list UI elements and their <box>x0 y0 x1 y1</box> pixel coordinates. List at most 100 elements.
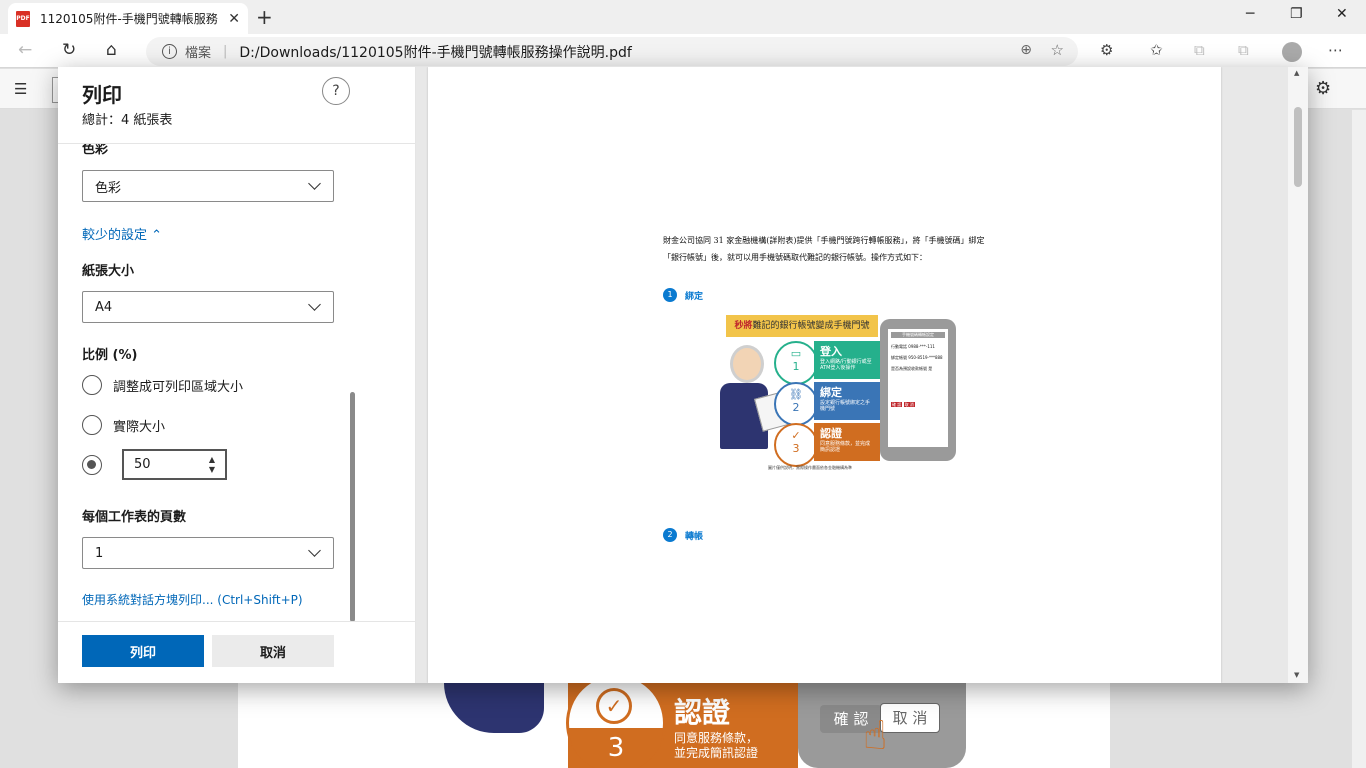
collections-icon[interactable]: ⧉ <box>1194 41 1205 59</box>
more-icon[interactable]: ⋯ <box>1328 41 1343 59</box>
illustration-caption: 圖片僅供說明，實際操作畫面依各金融機構為準 <box>768 465 852 470</box>
tab-strip: PDF 1120105附件-手機門號轉帳服務 ✕ + ─ ❐ ✕ <box>0 0 1366 34</box>
illustration-banner: 秒將難記的銀行帳號變成手機門號 <box>726 315 878 337</box>
scroll-thumb[interactable] <box>1294 107 1302 187</box>
new-tab-button[interactable]: + <box>256 5 273 29</box>
radio-fit-to-area[interactable] <box>82 375 102 395</box>
pages-per-sheet-select[interactable]: 1 <box>82 537 334 569</box>
url-text[interactable]: D:/Downloads/1120105附件-手機門號轉帳服務操作說明.pdf <box>239 42 631 62</box>
chevron-down-icon <box>308 177 321 190</box>
extensions-icon[interactable]: ⚙ <box>1100 41 1113 59</box>
address-bar[interactable]: i 檔案 | D:/Downloads/1120105附件-手機門號轉帳服務操作… <box>146 37 1078 66</box>
preview-scrollbar[interactable]: ▲ ▼ <box>1288 67 1308 683</box>
binding-illustration: 秒將難記的銀行帳號變成手機門號 ▭ 1 登入 登入網路/行動銀行或至ATM登入後操作… <box>718 315 958 475</box>
banner-bold: 秒將 <box>734 321 753 331</box>
chevron-down-icon <box>308 298 321 311</box>
step-row-bind: ⛓ 2 綁定 設定銀行帳號綁定之手機門號 <box>774 382 880 426</box>
step-1-number: 1 <box>663 288 677 302</box>
separator: | <box>223 44 228 59</box>
row-title: 綁定 <box>820 386 842 399</box>
add-favorite-icon[interactable]: ☆ <box>1051 41 1064 59</box>
row-title: 登入 <box>820 345 842 358</box>
scale-value: 50 <box>134 457 151 472</box>
step-circle: ✓ 3 <box>566 683 666 768</box>
page-scrollbar[interactable] <box>1352 110 1366 768</box>
settings-icon[interactable]: ⚙ <box>1315 78 1331 99</box>
phone-header: 手機號碼轉帳設定 <box>891 332 945 338</box>
cancel-button[interactable]: 取消 <box>212 635 334 667</box>
scale-input[interactable]: 50 ▲ ▼ <box>122 449 227 480</box>
color-select-value: 色彩 <box>95 180 122 196</box>
phone-cancel: 取 消 <box>903 402 915 407</box>
row-circle: ▭ 1 <box>774 341 818 385</box>
tab-title: 1120105附件-手機門號轉帳服務 <box>40 12 218 26</box>
dialog-title: 列印 <box>82 83 122 107</box>
help-icon[interactable]: ? <box>322 77 350 105</box>
step-row-login: ▭ 1 登入 登入網路/行動銀行或至ATM登入後操作 <box>774 341 880 385</box>
fewer-settings-link[interactable]: 較少的設定 ⌃ <box>82 224 162 243</box>
row-bar: 登入 登入網路/行動銀行或至ATM登入後操作 <box>814 341 880 379</box>
scale-label: 比例 (%) <box>82 348 138 363</box>
home-button[interactable]: ⌂ <box>106 40 117 60</box>
preview-page: 財金公司協同 31 家金融機構(詳附表)提供「手機門號跨行轉帳服務」，將「手機號… <box>428 67 1221 683</box>
favorites-icon[interactable]: ✩ <box>1150 41 1163 59</box>
radio-custom-scale[interactable] <box>82 455 102 475</box>
subtitle-line-1: 同意服務條款， <box>674 731 759 745</box>
step-2-title: 轉帳 <box>685 531 704 542</box>
row-desc: 登入網路/行動銀行或至ATM登入後操作 <box>820 359 872 371</box>
refresh-button[interactable]: ↻ <box>62 40 76 60</box>
row-number: 1 <box>792 360 800 373</box>
maximize-button[interactable]: ❐ <box>1290 6 1303 22</box>
row-title: 認證 <box>820 427 842 440</box>
scroll-down-icon[interactable]: ▼ <box>1294 671 1299 679</box>
info-icon[interactable]: i <box>162 44 177 59</box>
spinner-icon[interactable]: ▲ ▼ <box>209 455 215 475</box>
divider <box>58 621 415 622</box>
intro-text: 財金公司協同 31 家金融機構(詳附表)提供「手機門號跨行轉帳服務」，將「手機號… <box>663 236 985 262</box>
phone-cancel-illustration: 取 消 <box>880 703 940 733</box>
step-1-title: 綁定 <box>685 291 704 302</box>
fit-to-area-label: 調整成可列印區域大小 <box>113 380 244 395</box>
zoom-icon[interactable]: ⊕ <box>1020 42 1032 58</box>
paper-size-label: 紙張大小 <box>82 264 135 279</box>
contents-list-icon[interactable]: ☰ <box>14 80 27 98</box>
paper-size-select[interactable]: A4 <box>82 291 334 323</box>
step-1-heading: 1 綁定 <box>663 288 703 302</box>
panel-scrollbar[interactable] <box>350 392 355 621</box>
pages-per-sheet-label: 每個工作表的頁數 <box>82 510 187 525</box>
system-dialog-link[interactable]: 使用系統對話方塊列印... (Ctrl+Shift+P) <box>82 591 303 608</box>
settings-scroll-area: 色彩 色彩 較少的設定 ⌃ 紙張大小 A4 比例 (%) 調整成可列印區域大小 … <box>58 144 415 621</box>
print-button[interactable]: 列印 <box>82 635 204 667</box>
address-bar-row: ← ↻ ⌂ i 檔案 | D:/Downloads/1120105附件-手機門號… <box>0 34 1366 68</box>
color-label: 色彩 <box>82 144 109 157</box>
check-icon: ✓ <box>596 688 632 724</box>
login-icon: ▭ <box>790 347 802 360</box>
profile-avatar[interactable] <box>1282 42 1302 62</box>
hand-icon: ☝ <box>863 713 888 759</box>
radio-actual-size[interactable] <box>82 415 102 435</box>
paper-size-value: A4 <box>95 299 113 315</box>
color-select[interactable]: 色彩 <box>82 170 334 202</box>
row-number: 3 <box>792 442 800 455</box>
scroll-up-icon[interactable]: ▲ <box>1294 69 1299 77</box>
print-preview: 財金公司協同 31 家金融機構(詳附表)提供「手機門號跨行轉帳服務」，將「手機號… <box>416 67 1308 683</box>
close-window-button[interactable]: ✕ <box>1336 6 1348 22</box>
step-subtitle: 同意服務條款， 並完成簡訊認證 <box>674 731 758 761</box>
row-desc: 設定銀行帳號綁定之手機門號 <box>820 400 871 412</box>
file-label: 檔案 <box>185 46 212 61</box>
step-title: 認證 <box>674 696 731 729</box>
tab-actions-icon[interactable]: ⧉ <box>1238 41 1249 59</box>
back-button[interactable]: ← <box>18 40 32 60</box>
tab-close-icon[interactable]: ✕ <box>228 11 240 27</box>
step-row-verify: ✓ 3 認證 同意服務條款，並完成簡訊認證 <box>774 423 880 467</box>
pages-per-sheet-value: 1 <box>95 545 104 561</box>
row-bar: 認證 同意服務條款，並完成簡訊認證 <box>814 423 880 461</box>
tab-active[interactable]: PDF 1120105附件-手機門號轉帳服務 ✕ <box>8 3 248 34</box>
row-circle: ✓ 3 <box>774 423 818 467</box>
check-icon: ✓ <box>791 429 801 442</box>
step-2-number: 2 <box>663 528 677 542</box>
person-head <box>730 345 764 383</box>
phone-screen: 手機號碼轉帳設定 行動電話 0988-***-111 綁定帳號 950-8519… <box>888 329 948 447</box>
person-illustration <box>718 345 788 453</box>
minimize-button[interactable]: ─ <box>1246 6 1254 22</box>
